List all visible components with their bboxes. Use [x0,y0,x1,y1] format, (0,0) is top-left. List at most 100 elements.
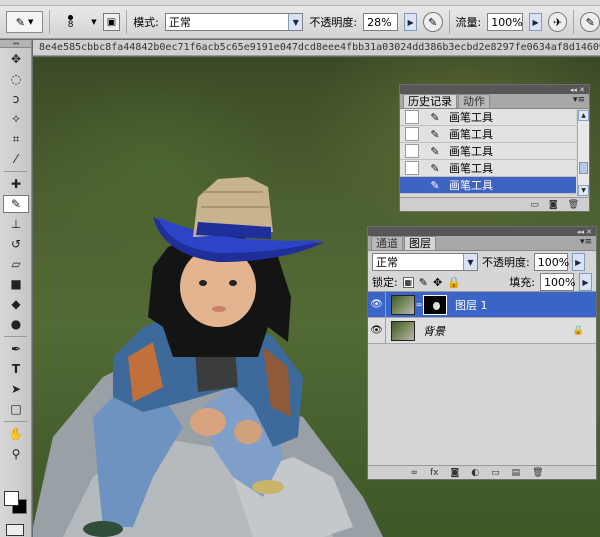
history-item[interactable]: ✎ 画笔工具 [400,109,576,126]
hand-tool-icon[interactable]: ✋ [3,425,29,443]
tab-history[interactable]: 历史记录 [403,94,457,108]
new-group-icon[interactable]: ▭ [491,468,500,478]
fill-input[interactable]: 100% [540,273,575,291]
healing-brush-tool-icon[interactable]: ✚ [3,175,29,193]
shape-tool-icon[interactable]: □ [3,400,29,418]
pressure-opacity-icon[interactable]: ✎ [423,12,443,32]
tab-channels[interactable]: 通道 [371,236,403,250]
marquee-tool-icon[interactable]: ◌ [3,70,29,88]
opacity-input[interactable]: 28% [363,13,399,31]
lock-all-icon[interactable]: 🔒 [447,276,461,289]
quick-mask-icon[interactable] [6,524,24,536]
add-mask-icon[interactable]: ◙ [450,468,459,478]
layer-mask-thumbnail[interactable] [423,294,447,315]
brush-icon: ✎ [15,15,25,29]
flow-input[interactable]: 100% [487,13,524,31]
lock-position-icon[interactable]: ✥ [433,276,442,289]
brush-tool-icon[interactable]: ✎ [3,195,29,213]
airbrush-icon[interactable]: ✈ [547,12,568,32]
adjustment-layer-icon[interactable]: ◐ [471,468,479,478]
lock-icon: 🔒 [572,325,584,336]
history-item-label: 画笔工具 [449,111,493,124]
layer-opacity-input[interactable]: 100% [533,253,569,271]
brush-preset-picker[interactable]: 8 [56,9,85,35]
history-source-checkbox[interactable] [405,161,419,175]
opacity-label: 不透明度: [309,16,358,29]
brush-size: 8 [67,19,74,30]
history-source-checkbox[interactable] [405,178,419,192]
history-source-checkbox[interactable] [405,144,419,158]
brush-panel-toggle[interactable]: ▣ [102,13,121,31]
history-item[interactable]: ✎ 画笔工具 [400,160,576,177]
opacity-slider-toggle[interactable]: ▶ [404,13,417,31]
panel-collapse-bar[interactable]: ◂◂ ✕ [368,227,596,236]
type-tool-icon[interactable]: T [3,360,29,378]
opacity-label: 不透明度: [482,256,530,269]
move-tool-icon[interactable]: ✥ [3,50,29,68]
blur-tool-icon[interactable]: ◆ [3,295,29,313]
eye-icon[interactable]: 👁 [368,317,386,344]
history-item[interactable]: ✎ 画笔工具 [400,143,576,160]
scroll-down-icon[interactable]: ▼ [578,185,589,196]
tab-actions[interactable]: 动作 [458,94,490,108]
layer-row[interactable]: 👁 背景 🔒 [368,317,596,344]
chevron-down-icon: ▼ [288,14,303,30]
eraser-tool-icon[interactable]: ▱ [3,255,29,273]
history-scrollbar[interactable]: ▲ ▼ [577,110,589,196]
dodge-tool-icon[interactable]: ● [3,315,29,333]
eye-icon[interactable]: 👁 [368,291,386,318]
history-panel: ◂◂ ✕ 历史记录 动作 ▾≡ ✎ 画笔工具 ✎ 画笔工具 ✎ 画笔工具 ✎ 画笔工具 … [399,84,590,212]
layer-opacity-slider-toggle[interactable]: ▶ [571,253,585,271]
tool-preset-picker[interactable]: ✎ ▼ [6,11,44,33]
panel-menu-icon[interactable]: ▾≡ [580,237,592,247]
chevron-down-icon[interactable]: ▼ [91,18,96,26]
history-source-checkbox[interactable] [405,110,419,124]
blend-mode-select[interactable]: 正常 ▼ [372,253,478,271]
pressure-size-icon[interactable]: ✎ [580,12,600,32]
lock-pixels-icon[interactable]: ✎ [419,276,428,289]
layer-style-icon[interactable]: fx [430,468,439,478]
new-layer-icon[interactable]: ▤ [512,468,521,478]
scroll-thumb[interactable] [579,162,588,174]
divider [126,10,128,34]
snapshot-icon[interactable]: ◙ [549,200,558,210]
flow-label: 流量: [455,16,482,29]
link-layers-icon[interactable]: ∞ [410,468,418,478]
new-document-from-state-icon[interactable]: ▭ [530,200,539,210]
layer-options-row: 正常 ▼ 不透明度: 100% ▶ [368,251,596,273]
layer-row[interactable]: 👁 ∞ 图层 1 [368,291,596,318]
clone-stamp-tool-icon[interactable]: ⊥ [3,215,29,233]
brush-icon: ✎ [430,178,440,192]
pen-tool-icon[interactable]: ✒ [3,340,29,358]
panel-collapse-bar[interactable]: ◂◂ ✕ [400,85,589,94]
layer-thumbnail [391,294,415,315]
trash-icon[interactable]: 🗑 [532,468,543,478]
flow-slider-toggle[interactable]: ▶ [529,13,542,31]
history-brush-tool-icon[interactable]: ↺ [3,235,29,253]
chevron-right-icon: ▶ [532,17,539,27]
panel-menu-icon[interactable]: ▾≡ [573,95,585,105]
tab-layers[interactable]: 图层 [404,236,436,250]
document-title: 8e4e585cbbc8fa44842b0ec71f6acb5c65e9191e… [33,40,600,56]
gradient-tool-icon[interactable]: ■ [3,275,29,293]
eyedropper-tool-icon[interactable]: ⁄ [3,150,29,168]
lock-transparency-icon[interactable]: ▦ [402,276,414,288]
divider [49,10,51,34]
foreground-color-swatch[interactable] [4,491,19,506]
magic-wand-tool-icon[interactable]: ✧ [3,110,29,128]
trash-icon[interactable]: 🗑 [568,200,579,210]
history-item[interactable]: ✎ 画笔工具 [400,126,576,143]
lasso-tool-icon[interactable]: ↄ [3,90,29,108]
toolbox-grip[interactable]: ◂◂ [0,40,31,48]
scroll-up-icon[interactable]: ▲ [578,110,589,121]
layer-name: 图层 1 [455,298,488,312]
path-selection-tool-icon[interactable]: ➤ [3,380,29,398]
fill-slider-toggle[interactable]: ▶ [579,273,592,291]
history-source-checkbox[interactable] [405,127,419,141]
crop-tool-icon[interactable]: ⌗ [3,130,29,148]
link-icon[interactable]: ∞ [415,300,423,309]
mode-label: 模式: [133,16,159,29]
history-item-selected[interactable]: ✎ 画笔工具 [400,177,576,194]
mode-select[interactable]: 正常 ▼ [164,13,304,31]
zoom-tool-icon[interactable]: ⚲ [3,445,29,463]
